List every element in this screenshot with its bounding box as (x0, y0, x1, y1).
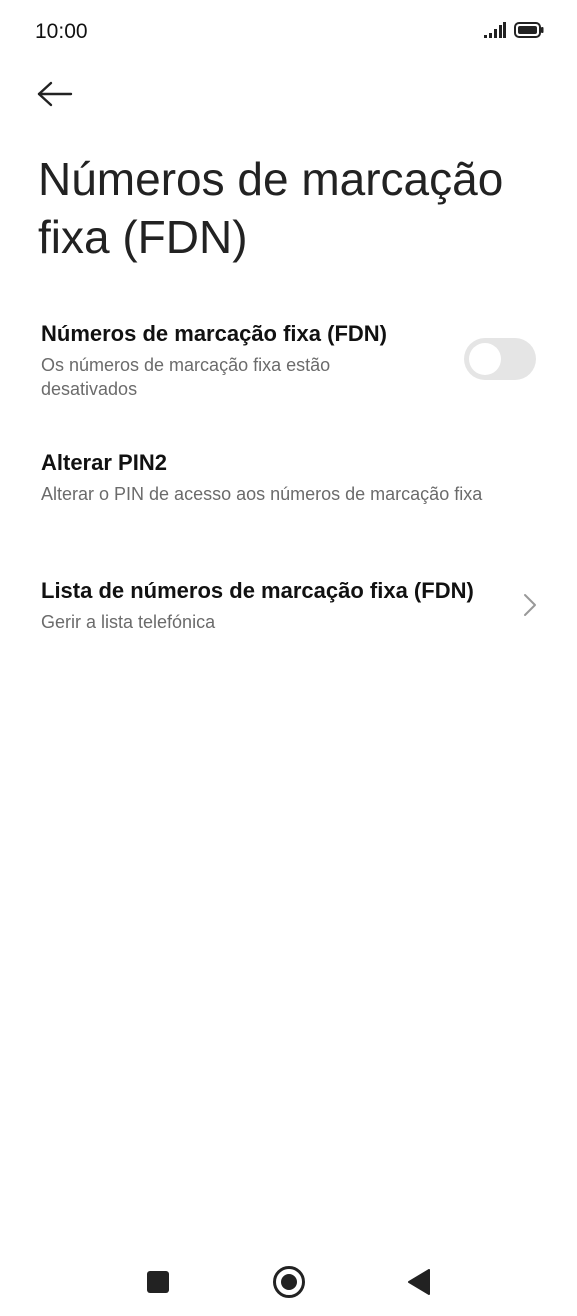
chevron-right-icon (523, 593, 537, 617)
signal-bars-icon (484, 22, 506, 43)
triangle-back-icon (407, 1268, 431, 1300)
item-title: Números de marcação fixa (FDN) (41, 321, 387, 346)
item-title: Lista de números de marcação fixa (FDN) (41, 578, 474, 603)
home-button[interactable] (267, 1262, 311, 1306)
fdn-toggle-switch[interactable] (464, 338, 536, 380)
item-title: Alterar PIN2 (41, 450, 167, 475)
item-subtitle: Os números de marcação fixa estão desati… (41, 355, 331, 399)
recents-button[interactable] (136, 1262, 180, 1306)
arrow-left-icon (36, 81, 74, 112)
back-button[interactable] (36, 76, 80, 116)
navigation-bar (0, 1256, 577, 1316)
back-nav-button[interactable] (397, 1262, 441, 1306)
toggle-knob (469, 343, 501, 375)
item-subtitle: Gerir a lista telefónica (41, 612, 216, 632)
settings-item-change-pin2[interactable]: Alterar PIN2 Alterar o PIN de acesso aos… (0, 435, 577, 535)
status-bar: 10:00 (0, 0, 577, 64)
status-time: 10:00 (35, 20, 88, 43)
settings-item-fdn-toggle[interactable]: Números de marcação fixa (FDN) Os número… (0, 305, 577, 405)
status-icons (484, 22, 544, 43)
item-subtitle: Alterar o PIN de acesso aos números de m… (41, 484, 483, 504)
battery-icon (514, 22, 544, 43)
page-title: Números de marcação fixa (FDN) (38, 153, 504, 263)
settings-item-fdn-list[interactable]: Lista de números de marcação fixa (FDN) … (0, 565, 577, 645)
circle-home-icon (272, 1265, 306, 1304)
square-icon (146, 1270, 170, 1299)
